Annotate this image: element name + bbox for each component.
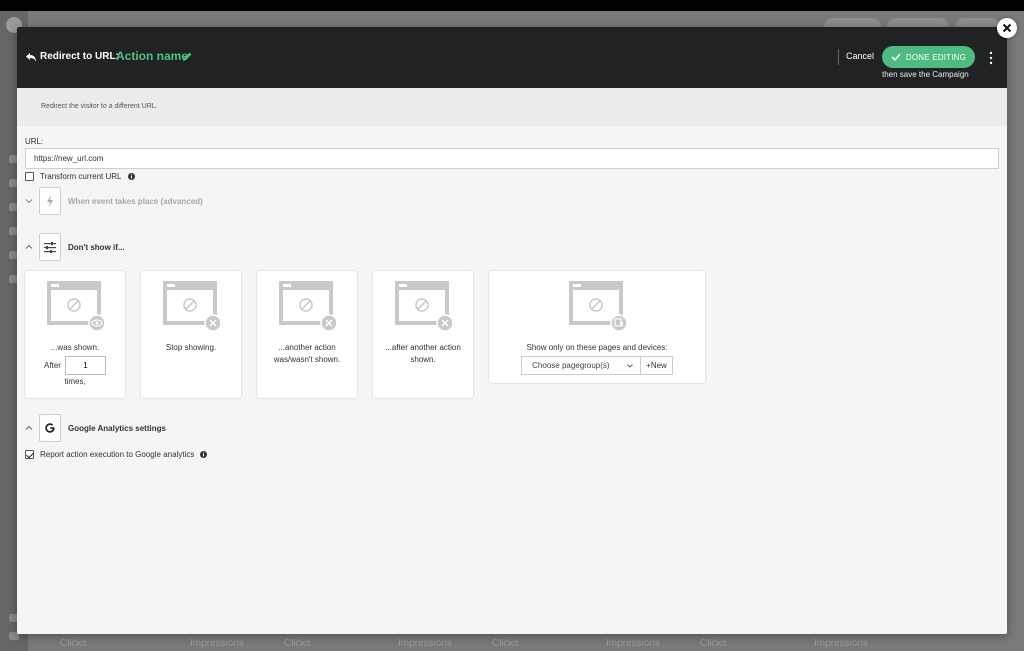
description-bar: Redirect the visitor to a different URL. xyxy=(17,88,1007,126)
event-section-title: When event takes place (advanced) xyxy=(68,196,203,206)
transform-url-label: Transform current URL xyxy=(40,172,122,181)
chevron-up-icon xyxy=(25,244,33,249)
ga-report-option: Report action execution to Google analyt… xyxy=(25,450,208,459)
sliders-icon xyxy=(44,241,56,253)
action-description: Redirect the visitor to a different URL. xyxy=(41,103,158,110)
pages-devices-label: Show only on these pages and devices: xyxy=(526,343,668,352)
condition-card-stop-showing[interactable]: Stop showing. xyxy=(141,271,241,398)
browser-window-icon xyxy=(279,281,336,332)
modal-header: Redirect to URL: Action name Cancel DONE… xyxy=(17,27,1007,88)
pagegroup-row: Choose pagegroup(s) +New xyxy=(521,356,673,375)
ga-section-title: Google Analytics settings xyxy=(68,423,166,433)
ga-section-header[interactable]: Google Analytics settings xyxy=(25,414,166,442)
after-times-row: After xyxy=(44,356,106,375)
kebab-menu-icon[interactable] xyxy=(989,51,993,65)
action-type-title: Redirect to URL: xyxy=(40,51,119,62)
google-icon-box xyxy=(39,414,61,442)
condition-card-another-action[interactable]: ...another action was/wasn't shown. xyxy=(257,271,357,398)
transform-url-option: Transform current URL xyxy=(25,172,135,181)
top-black-bar xyxy=(0,0,1024,11)
chevron-down-icon xyxy=(627,364,634,368)
condition-card-was-shown[interactable]: ...was shown. After times, xyxy=(25,271,125,398)
save-campaign-note: then save the Campaign xyxy=(882,70,969,79)
event-section-header[interactable]: When event takes place (advanced) xyxy=(25,187,203,215)
pagegroup-select-value: Choose pagegroup(s) xyxy=(532,361,610,370)
stop-showing-label: Stop showing. xyxy=(165,343,217,352)
lightning-icon-box xyxy=(39,187,61,215)
close-icon xyxy=(1002,23,1012,33)
action-name[interactable]: Action name xyxy=(116,49,188,63)
info-icon[interactable] xyxy=(200,451,208,458)
ga-report-checkbox[interactable] xyxy=(25,450,34,459)
header-divider xyxy=(838,49,839,65)
new-pagegroup-button[interactable]: +New xyxy=(641,356,673,375)
browser-window-icon xyxy=(395,281,452,332)
check-icon xyxy=(891,53,901,62)
pencil-icon[interactable] xyxy=(182,51,193,62)
browser-window-icon xyxy=(163,281,220,332)
google-icon xyxy=(45,423,55,433)
browser-window-icon xyxy=(47,281,104,332)
after-label: After xyxy=(44,361,61,370)
browser-window-icon xyxy=(569,281,626,332)
close-modal-button[interactable] xyxy=(997,18,1017,38)
cancel-button[interactable]: Cancel xyxy=(846,51,874,61)
info-icon[interactable] xyxy=(127,173,135,180)
sliders-icon-box xyxy=(39,233,61,261)
done-editing-button[interactable]: DONE EDITING xyxy=(882,46,975,68)
done-editing-label: DONE EDITING xyxy=(905,52,967,62)
url-label: URL: xyxy=(25,137,44,146)
dont-show-section-header[interactable]: Don't show if... xyxy=(25,233,125,261)
dont-show-section-title: Don't show if... xyxy=(68,242,125,252)
undo-arrow-icon[interactable] xyxy=(25,51,37,63)
times-label: times, xyxy=(64,377,86,386)
times-input[interactable] xyxy=(64,356,106,375)
condition-card-pages-devices[interactable]: Show only on these pages and devices: Ch… xyxy=(489,271,705,383)
condition-card-after-another[interactable]: ...after another action shown. xyxy=(373,271,473,398)
pagegroup-select[interactable]: Choose pagegroup(s) xyxy=(521,356,642,375)
after-another-label: ...after another action shown. xyxy=(385,343,461,364)
another-action-label: ...another action was/wasn't shown. xyxy=(273,343,341,364)
lightning-icon xyxy=(47,195,53,207)
edit-action-modal: Redirect to URL: Action name Cancel DONE… xyxy=(17,27,1007,634)
url-input[interactable] xyxy=(25,148,999,169)
transform-url-checkbox[interactable] xyxy=(25,172,34,181)
chevron-down-icon xyxy=(25,199,33,204)
chevron-up-icon xyxy=(25,425,33,430)
was-shown-label: ...was shown. xyxy=(50,343,100,352)
ga-report-label: Report action execution to Google analyt… xyxy=(40,450,195,459)
